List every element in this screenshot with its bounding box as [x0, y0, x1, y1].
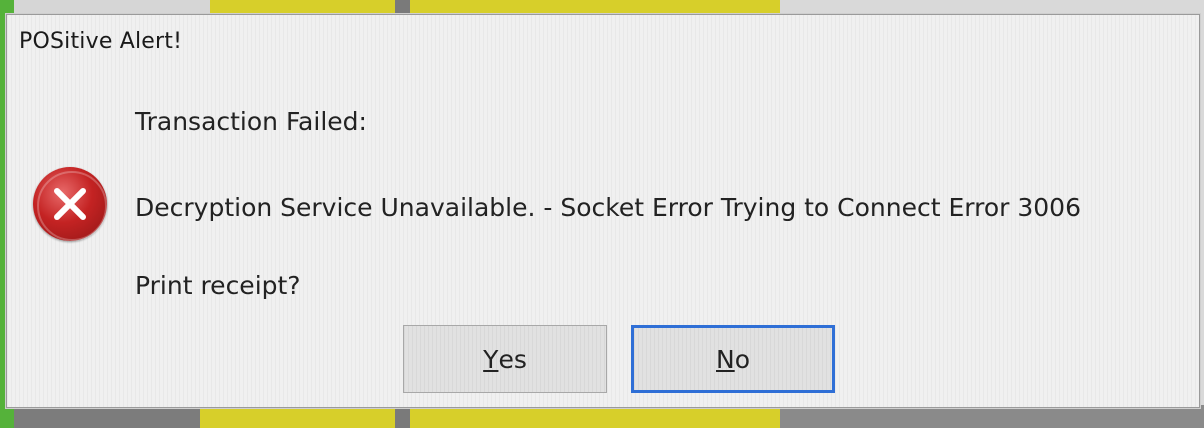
- dialog-titlebar: POSitive Alert!: [7, 15, 1199, 67]
- message-detail: Decryption Service Unavailable. - Socket…: [135, 193, 1081, 222]
- yes-button[interactable]: Yes: [403, 325, 607, 393]
- message-heading: Transaction Failed:: [135, 107, 367, 136]
- no-button[interactable]: No: [631, 325, 835, 393]
- alert-dialog: POSitive Alert! Transaction Failed: Decr…: [6, 14, 1200, 408]
- no-button-label-rest: o: [734, 344, 750, 374]
- background-screen-bottom: [0, 405, 1204, 428]
- no-button-mnemonic: N: [716, 344, 735, 374]
- error-icon: [33, 167, 107, 241]
- message-question: Print receipt?: [135, 271, 301, 300]
- yes-button-label-rest: es: [498, 344, 527, 374]
- yes-button-mnemonic: Y: [483, 344, 499, 374]
- dialog-title: POSitive Alert!: [19, 29, 183, 54]
- x-mark-icon: [54, 188, 86, 220]
